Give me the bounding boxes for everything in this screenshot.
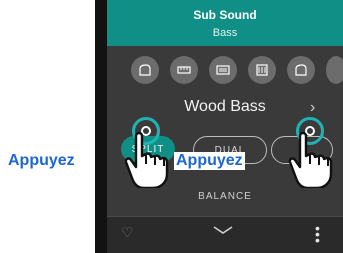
bottom-bar: ♡ • • • (107, 216, 343, 253)
organ-category-icon[interactable] (209, 56, 237, 84)
header-subtitle: Bass (212, 27, 238, 39)
pointing-hand-icon (116, 128, 170, 190)
instrument-category-row (107, 56, 343, 86)
selected-instrument-name[interactable]: Wood Bass (107, 98, 343, 116)
kebab-menu-icon[interactable]: • • • (315, 221, 320, 247)
tap-callout-right: Appuyez (174, 152, 245, 170)
header-title: Sub Sound (193, 8, 257, 22)
sub-sound-header[interactable]: Sub Sound Bass (107, 0, 343, 46)
more-category-icon[interactable] (326, 56, 343, 84)
heart-outline-icon[interactable]: ♡ (121, 224, 134, 241)
piano-category-icon[interactable] (131, 56, 159, 84)
tap-callout-left: Appuyez (6, 152, 77, 170)
epiano-category-icon[interactable] (170, 56, 198, 84)
pointing-hand-icon (280, 128, 334, 190)
strings-category-icon[interactable] (287, 56, 315, 84)
harpsichord-category-icon[interactable] (248, 56, 276, 84)
balance-label[interactable]: BALANCE (107, 191, 343, 202)
instrument-next-icon[interactable]: › (310, 99, 315, 117)
chevron-down-icon[interactable] (212, 223, 234, 241)
